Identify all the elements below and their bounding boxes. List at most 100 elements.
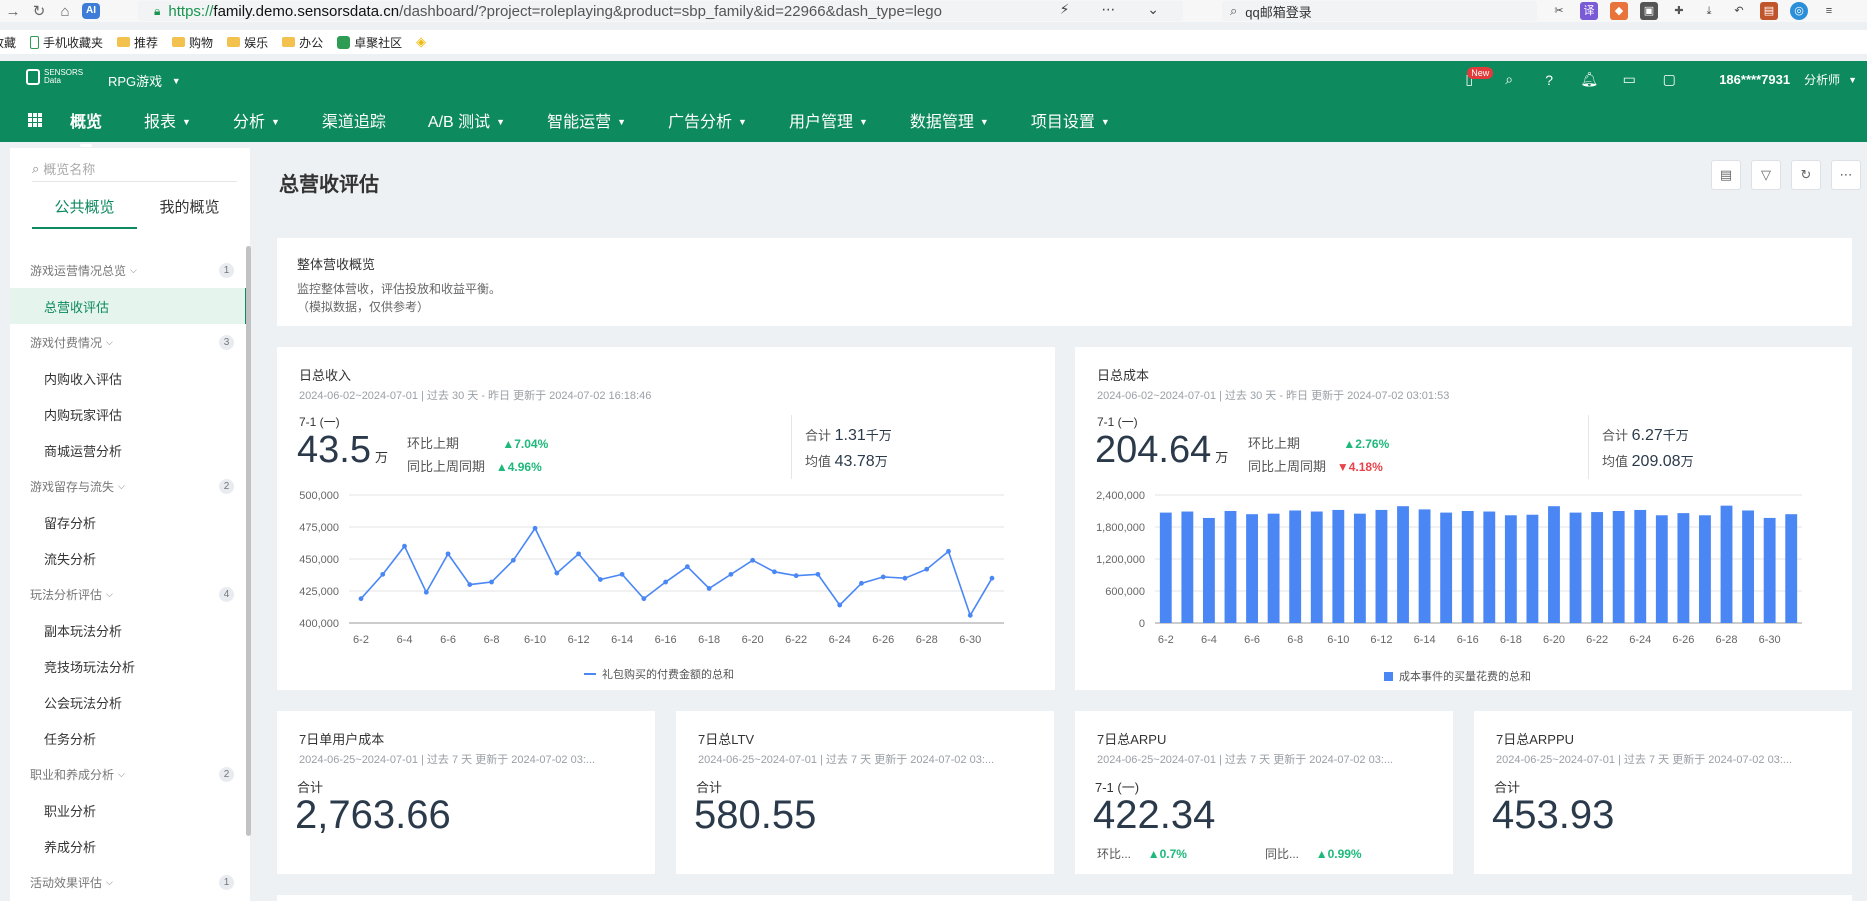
data-point bbox=[684, 564, 690, 570]
sidebar-group[interactable]: 游戏付费情况 ⌵ 3 bbox=[10, 324, 248, 360]
game-icon[interactable]: ◆ bbox=[1610, 2, 1628, 20]
forward-icon[interactable]: → bbox=[0, 3, 26, 20]
bookmark-mobile[interactable]: 手机收藏夹 bbox=[30, 34, 103, 51]
data-point bbox=[706, 586, 712, 591]
sidebar-item[interactable]: 职业分析 bbox=[10, 792, 248, 828]
overview-search-input[interactable]: ⌕ 概览名称 bbox=[32, 156, 237, 182]
user-account[interactable]: 186****7931 bbox=[1719, 72, 1790, 87]
divider bbox=[791, 415, 792, 479]
x-tick-label: 6-20 bbox=[1543, 634, 1565, 646]
sidebar-item[interactable]: 留存分析 bbox=[10, 504, 248, 540]
sidebar-group[interactable]: 玩法分析评估 ⌵ 4 bbox=[10, 576, 248, 612]
filter-icon[interactable]: ▽ bbox=[1751, 160, 1781, 190]
sidebar-item[interactable]: 公会玩法分析 bbox=[10, 684, 248, 720]
screenshot-icon[interactable]: ▣ bbox=[1640, 2, 1658, 20]
apps-grid-icon[interactable] bbox=[28, 113, 42, 127]
group-label: 游戏留存与流失 bbox=[30, 479, 115, 494]
bookmark-folder-office[interactable]: 办公 bbox=[282, 34, 323, 51]
nav-smart-ops[interactable]: 智能运营 ▼ bbox=[547, 108, 626, 132]
card-title: 日总成本 bbox=[1097, 368, 1150, 383]
x-tick-label: 6-12 bbox=[1370, 634, 1392, 646]
more-icon[interactable]: ⋯ bbox=[1831, 160, 1861, 190]
undo-icon[interactable]: ↶ bbox=[1730, 2, 1748, 20]
nav-ab-test[interactable]: A/B 测试 ▼ bbox=[428, 108, 505, 132]
bookmark-folder-shopping[interactable]: 购物 bbox=[172, 34, 213, 51]
data-point bbox=[772, 569, 777, 575]
logo-subtext: Data bbox=[44, 76, 61, 85]
nav-user-management[interactable]: 用户管理 ▼ bbox=[789, 108, 868, 132]
sidebar-group[interactable]: 游戏运营情况总览 ⌵ 1 bbox=[10, 252, 248, 288]
bookmark-label: 购物 bbox=[189, 35, 214, 50]
tab-public-overview[interactable]: 公共概览 bbox=[32, 196, 137, 229]
chevron-down-icon: ▼ bbox=[270, 117, 280, 127]
reload-icon[interactable]: ↻ bbox=[26, 2, 52, 20]
layout-icon[interactable]: ▤ bbox=[1711, 160, 1741, 190]
bookmark-folder-entertainment[interactable]: 娱乐 bbox=[227, 34, 268, 51]
nav-reports[interactable]: 报表 ▼ bbox=[144, 108, 191, 132]
mobile-icon[interactable]: ▭ bbox=[1609, 71, 1649, 88]
nav-data-management[interactable]: 数据管理 ▼ bbox=[910, 108, 989, 132]
briefcase-icon[interactable]: ▤ bbox=[1760, 2, 1778, 20]
bookmark-folder-recommend[interactable]: 推荐 bbox=[117, 34, 158, 51]
help-icon[interactable]: ? bbox=[1529, 72, 1569, 88]
menu-icon[interactable]: ≡ bbox=[1820, 2, 1838, 20]
sidebar-scrollbar[interactable] bbox=[246, 246, 251, 836]
tab-my-overview[interactable]: 我的概览 bbox=[137, 196, 242, 229]
translate-icon[interactable]: 译 bbox=[1580, 2, 1598, 20]
chart-legend[interactable]: 成本事件的买量花费的总和 bbox=[1384, 668, 1531, 684]
card-meta: 2024-06-02~2024-07-01 | 过去 30 天 - 昨日 更新于… bbox=[299, 390, 652, 402]
sensors-logo[interactable]: SENSORS Data bbox=[26, 69, 83, 85]
sidebar-item[interactable]: 流失分析 bbox=[10, 540, 248, 576]
data-point bbox=[750, 557, 756, 563]
sidebar-item[interactable]: 商城运营分析 bbox=[10, 432, 248, 468]
clipboard-icon[interactable]: ▯ New bbox=[1449, 67, 1494, 88]
data-bar bbox=[1181, 511, 1194, 623]
sidebar-item[interactable]: 任务分析 bbox=[10, 720, 248, 756]
sidebar-group[interactable]: 职业和养成分析 ⌵ 2 bbox=[10, 756, 248, 792]
user-role[interactable]: 分析师 bbox=[1804, 71, 1840, 88]
puzzle-icon[interactable]: ✚ bbox=[1670, 2, 1688, 20]
sidebar-item[interactable]: 总营收评估 bbox=[10, 288, 248, 324]
nav-channel-tracking[interactable]: 渠道追踪 bbox=[322, 108, 386, 132]
sidebar-group[interactable]: 活动效果评估 ⌵ 1 bbox=[10, 864, 248, 900]
group-count: 1 bbox=[219, 874, 234, 890]
sidebar-group[interactable]: 游戏留存与流失 ⌵ 2 bbox=[10, 468, 248, 504]
sidebar-item[interactable]: 内购玩家评估 bbox=[10, 396, 248, 432]
ai-assistant-icon[interactable]: AI bbox=[82, 3, 100, 19]
nav-ad-analysis[interactable]: 广告分析 ▼ bbox=[668, 108, 747, 132]
address-bar-actions[interactable]: ⚡︎ ⋯ ⌄ bbox=[1060, 1, 1173, 18]
chevron-down-icon: ⌵ bbox=[106, 336, 113, 347]
project-switcher[interactable]: RPG游戏 ▼ bbox=[108, 71, 181, 90]
chevron-down-icon: ▼ bbox=[1848, 74, 1857, 85]
address-bar[interactable]: 🔒︎ https://family.demo.sensorsdata.cn/da… bbox=[138, 1, 1183, 21]
search-icon[interactable]: ⌕ bbox=[1489, 71, 1529, 88]
browser-search-box[interactable]: ⌕ qq邮箱登录 bbox=[1222, 1, 1537, 21]
browser-logo-icon[interactable]: ◎ bbox=[1790, 2, 1808, 20]
sidebar-item[interactable]: 副本玩法分析 bbox=[10, 612, 248, 648]
nav-project-settings[interactable]: 项目设置 ▼ bbox=[1031, 108, 1110, 132]
bookmark-zhuoju[interactable]: 卓聚社区 bbox=[337, 34, 402, 51]
sidebar-item[interactable]: 内购收入评估 bbox=[10, 360, 248, 396]
group-count: 1 bbox=[219, 262, 234, 278]
chevron-down-icon: ▼ bbox=[182, 117, 191, 127]
scissors-icon[interactable]: ✂ bbox=[1550, 2, 1568, 20]
sidebar-item[interactable]: 养成分析 bbox=[10, 828, 248, 864]
nav-analysis[interactable]: 分析 ▼ bbox=[233, 108, 280, 132]
sidebar-item[interactable]: 竞技场玩法分析 bbox=[10, 648, 248, 684]
bell-icon[interactable]: 🔔︎ bbox=[1569, 71, 1609, 88]
home-icon[interactable]: ⌂ bbox=[52, 3, 78, 20]
bookmark-favorites[interactable]: 收藏 bbox=[0, 34, 16, 51]
download-icon[interactable]: ⤓ bbox=[1700, 2, 1718, 20]
data-bar bbox=[1634, 509, 1647, 623]
revenue-value: 43.5 万 bbox=[297, 429, 388, 471]
data-bar bbox=[1202, 517, 1215, 623]
refresh-icon[interactable]: ↻ bbox=[1791, 160, 1821, 190]
data-point bbox=[859, 580, 864, 586]
nav-overview[interactable]: 概览 bbox=[70, 108, 102, 147]
monitor-icon[interactable]: ▢ bbox=[1649, 71, 1689, 88]
x-tick-label: 6-2 bbox=[353, 634, 369, 646]
chart-legend[interactable]: 礼包购买的付费金额的总和 bbox=[584, 666, 734, 682]
comparison-week: 同比上周同期 ▼4.18% bbox=[1248, 459, 1383, 474]
data-point bbox=[445, 551, 451, 557]
binance-icon[interactable]: ◈ bbox=[416, 34, 426, 50]
